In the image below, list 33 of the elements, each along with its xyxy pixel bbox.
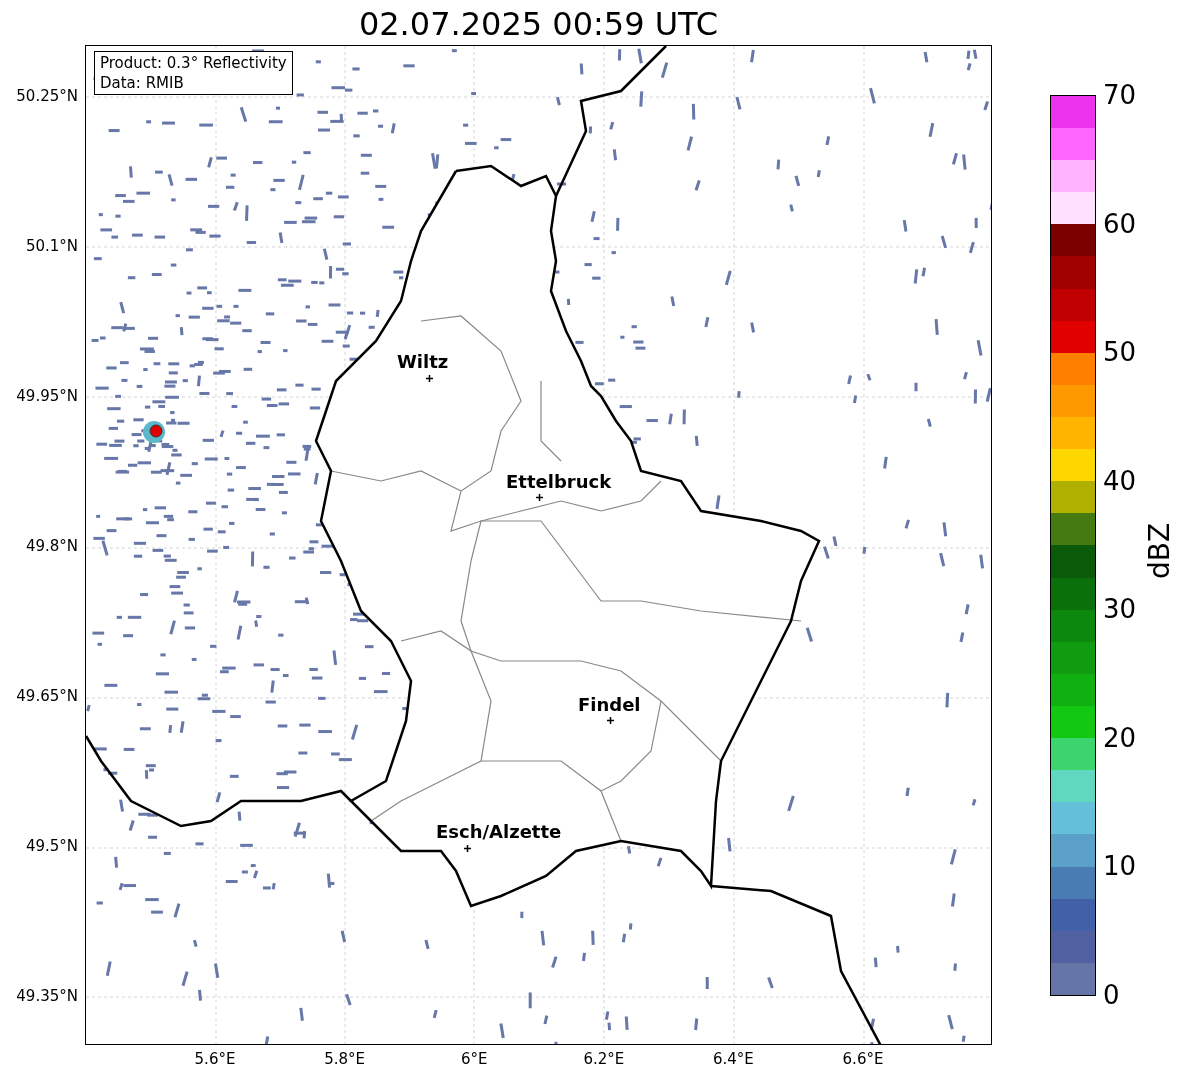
latitude-label: 49.35°N — [16, 987, 78, 1005]
chart-title: 02.07.2025 00:59 UTC — [357, 4, 720, 44]
plus-marker-icon — [607, 717, 614, 724]
colorbar-tick-label: 40 — [1103, 465, 1137, 496]
colorbar-tick-label: 10 — [1103, 851, 1137, 882]
colorbar-tick-label: 20 — [1103, 722, 1137, 753]
info-text: Data: RMIB — [100, 73, 185, 93]
latitude-label: 50.25°N — [16, 87, 78, 105]
latitude-label: 49.95°N — [16, 387, 78, 405]
longitude-label: 5.8°E — [323, 1050, 366, 1068]
latitude-label: 49.8°N — [25, 537, 78, 555]
latitude-label: 49.65°N — [16, 687, 78, 705]
longitude-label: 6.4°E — [711, 1050, 755, 1068]
colorbar-label: dBZ — [1144, 521, 1176, 582]
colorbar-tick-label: 70 — [1103, 80, 1137, 110]
plus-marker-icon — [426, 375, 433, 382]
place-label: Findel — [578, 695, 641, 715]
longitude-label: 6°E — [459, 1050, 489, 1068]
info-text: Product: 0.3° Reflectivity — [100, 53, 287, 73]
place-label: Esch/Alzette — [436, 822, 562, 842]
longitude-label: 6.6°E — [841, 1050, 885, 1068]
colorbar-tick-label: 50 — [1103, 337, 1137, 368]
place-label: Wiltz — [397, 352, 449, 372]
latitude-label: 49.5°N — [25, 837, 78, 855]
place-label: Ettelbruck — [506, 472, 612, 492]
plus-marker-icon — [536, 494, 543, 501]
longitude-label: 6.2°E — [582, 1050, 626, 1068]
plus-marker-icon — [464, 845, 471, 852]
longitude-label: 5.6°E — [193, 1050, 237, 1068]
latitude-label: 50.1°N — [25, 237, 78, 255]
colorbar-tick-label: 30 — [1103, 594, 1137, 625]
colorbar-tick-label: 0 — [1103, 980, 1120, 1010]
colorbar-tick-label: 60 — [1103, 208, 1137, 239]
